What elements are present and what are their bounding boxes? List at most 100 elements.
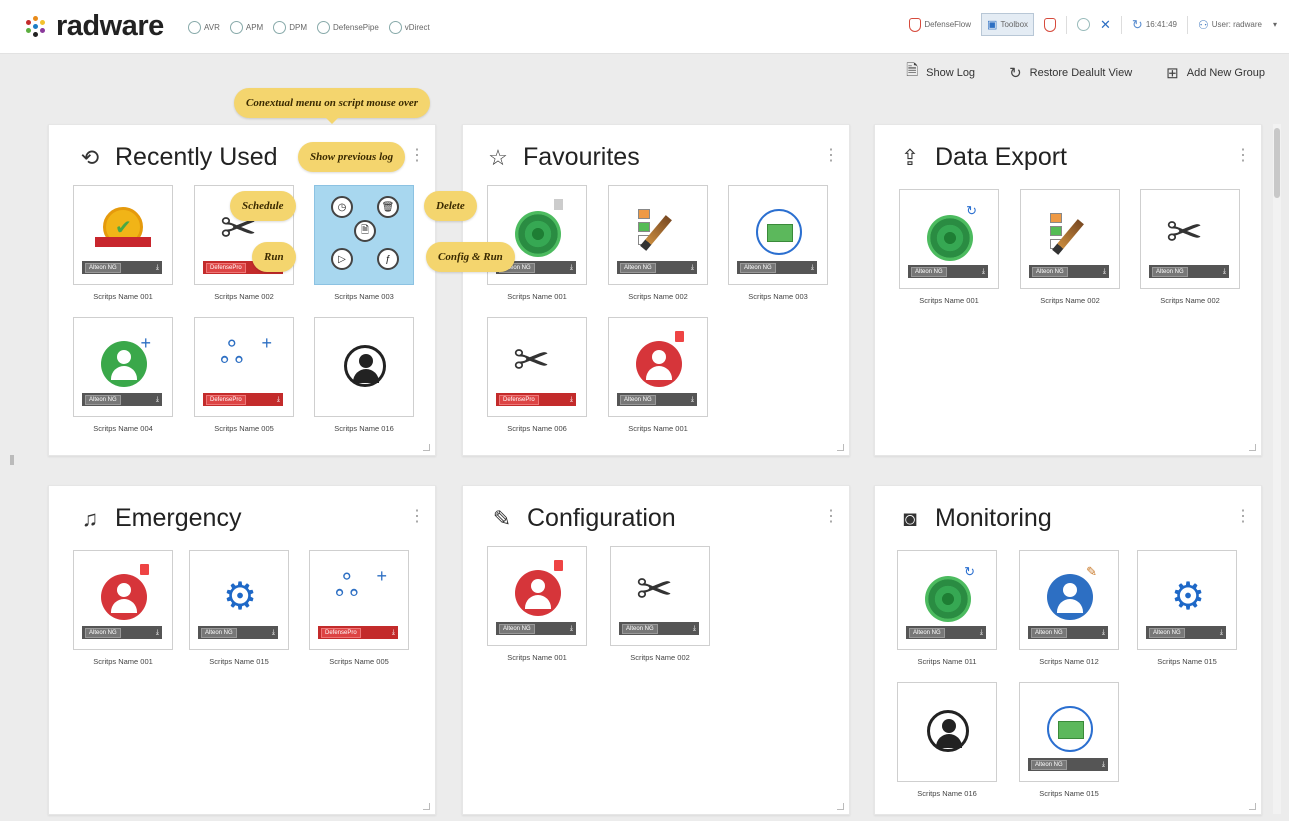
script-card[interactable]: ஃ + DefensePro ⤓ Scritps Name 005 — [309, 550, 409, 666]
script-tile[interactable] — [314, 317, 414, 417]
show-log-button[interactable]: 🗎 Show Log — [906, 60, 975, 85]
script-card[interactable]: ↻ Alteon NG ⤓ Scritps Name 011 — [897, 550, 997, 666]
script-tile[interactable]: ஃ + DefensePro ⤓ — [194, 317, 294, 417]
script-tile[interactable]: Alteon NG ⤓ — [73, 185, 173, 285]
script-card[interactable]: ✂ Alteon NG ⤓ Scritps Name 002 — [1140, 189, 1240, 305]
script-tile[interactable]: Alteon NG ⤓ — [1019, 682, 1119, 782]
resize-handle[interactable] — [1249, 803, 1256, 810]
panel-title-text: Data Export — [935, 143, 1068, 171]
download-icon: ⤓ — [569, 263, 573, 271]
left-collapse-handle[interactable] — [10, 455, 14, 465]
script-tile[interactable]: ↻ Alteon NG ⤓ — [899, 189, 999, 289]
script-tile[interactable]: ⚙ Alteon NG ⤓ — [189, 550, 289, 650]
app-vdirect[interactable]: vDirect — [388, 21, 430, 34]
script-card[interactable]: Scritps Name 016 — [314, 317, 414, 433]
kebab-menu-icon[interactable]: ⋮ — [1235, 506, 1251, 526]
script-tile[interactable]: + Alteon NG ⤓ — [73, 317, 173, 417]
device-tag: Alteon NG ⤓ — [1146, 626, 1226, 639]
script-tile[interactable] — [897, 682, 997, 782]
tag-label: Alteon NG — [622, 623, 658, 634]
app-apm[interactable]: APM — [229, 21, 263, 34]
script-tile[interactable]: ஃ + DefensePro ⤓ — [309, 550, 409, 650]
config-run-icon[interactable]: ƒ — [377, 248, 399, 270]
device-tag: Alteon NG ⤓ — [82, 393, 162, 406]
app-defensepipe[interactable]: DefensePipe — [316, 21, 379, 34]
script-tile[interactable]: ✂ Alteon NG ⤓ — [1140, 189, 1240, 289]
resize-handle[interactable] — [837, 803, 844, 810]
script-tile[interactable]: ✎ Alteon NG ⤓ — [1019, 550, 1119, 650]
device-tag: DefensePro ⤓ — [318, 626, 398, 639]
script-card[interactable]: Alteon NG ⤓ Scritps Name 001 — [608, 317, 708, 433]
app-nav: AVR APM DPM DefensePipe vDirect — [188, 21, 430, 34]
script-card[interactable]: Alteon NG ⤓ Scritps Name 002 — [1020, 189, 1120, 305]
script-tile[interactable]: ✂ Alteon NG ⤓ — [610, 546, 710, 646]
script-tile[interactable]: Alteon NG ⤓ — [1020, 189, 1120, 289]
script-card[interactable]: + Alteon NG ⤓ Scritps Name 004 — [73, 317, 173, 433]
script-card[interactable]: ✎ Alteon NG ⤓ Scritps Name 012 — [1019, 550, 1119, 666]
script-card-selected[interactable]: ◷ 🗑 🗎 ▷ ƒ Scritps Name 003 — [314, 185, 414, 301]
app-dpm[interactable]: DPM — [273, 21, 307, 34]
alert-shield-icon[interactable] — [1044, 17, 1057, 32]
restore-default-view-button[interactable]: ↻ Restore Dealult View — [1009, 60, 1132, 85]
device-tag: Alteon NG ⤓ — [908, 265, 988, 278]
script-name: Scritps Name 001 — [919, 296, 979, 305]
resize-handle[interactable] — [837, 444, 844, 451]
script-card[interactable]: Alteon NG ⤓ Scritps Name 003 — [728, 185, 828, 301]
resize-handle[interactable] — [423, 444, 430, 451]
tag-label: Alteon NG — [85, 394, 121, 405]
script-tile[interactable]: Alteon NG ⤓ — [608, 185, 708, 285]
run-icon[interactable]: ▷ — [331, 248, 353, 270]
script-tile-hover[interactable]: ◷ 🗑 🗎 ▷ ƒ — [314, 185, 414, 285]
delete-icon[interactable]: 🗑 — [377, 196, 399, 218]
script-tile[interactable]: ↻ Alteon NG ⤓ — [897, 550, 997, 650]
script-card[interactable]: Alteon NG ⤓ Scritps Name 015 — [1019, 682, 1119, 798]
script-card[interactable]: ↻ Alteon NG ⤓ Scritps Name 001 — [899, 189, 999, 305]
sync-icon — [1039, 702, 1099, 762]
scrollbar-thumb[interactable] — [1274, 128, 1280, 198]
defenseflow-link[interactable]: DefenseFlow — [909, 17, 972, 32]
tag-label: Alteon NG — [1031, 627, 1067, 638]
tag-label: Alteon NG — [1031, 759, 1067, 770]
script-card[interactable]: ஃ + DefensePro ⤓ Scritps Name 005 — [194, 317, 294, 433]
script-card[interactable]: Alteon NG ⤓ Scritps Name 001 — [73, 185, 173, 301]
tools-icon[interactable]: ✕ — [1100, 17, 1111, 33]
settings-globe-icon[interactable] — [1077, 18, 1091, 31]
script-tile[interactable]: ✂ DefensePro ⤓ — [487, 317, 587, 417]
kebab-menu-icon[interactable]: ⋮ — [823, 506, 839, 526]
script-card[interactable]: Alteon NG ⤓ Scritps Name 001 — [73, 550, 173, 666]
refresh-time[interactable]: ↻ 16:41:49 — [1132, 17, 1177, 33]
panel-title-text: Emergency — [115, 504, 242, 532]
add-new-group-button[interactable]: ⊞ Add New Group — [1166, 60, 1265, 85]
script-card[interactable]: ✂ Alteon NG ⤓ Scritps Name 002 — [610, 546, 710, 662]
tag-label: Alteon NG — [620, 262, 656, 273]
script-tile[interactable]: Alteon NG ⤓ — [728, 185, 828, 285]
user-menu[interactable]: ⚇ User: radware ▾ — [1198, 18, 1277, 32]
kebab-menu-icon[interactable]: ⋮ — [409, 506, 425, 526]
resize-handle[interactable] — [1249, 444, 1256, 451]
vdirect-icon — [388, 21, 402, 34]
script-card[interactable]: Alteon NG ⤓ Scritps Name 001 — [487, 546, 587, 662]
defenseflow-label: DefenseFlow — [924, 20, 972, 29]
script-tile[interactable]: Alteon NG ⤓ — [73, 550, 173, 650]
panel-title: ⟲ Recently Used — [79, 143, 278, 172]
resize-handle[interactable] — [423, 803, 430, 810]
script-card[interactable]: Alteon NG ⤓ Scritps Name 002 — [608, 185, 708, 301]
radar-icon: ↻ — [917, 564, 977, 630]
script-card[interactable]: Scritps Name 016 — [897, 682, 997, 798]
script-card[interactable]: ✂ DefensePro ⤓ Scritps Name 006 — [487, 317, 587, 433]
show-log-icon[interactable]: 🗎 — [354, 220, 376, 242]
schedule-icon[interactable]: ◷ — [331, 196, 353, 218]
script-tile[interactable]: Alteon NG ⤓ — [608, 317, 708, 417]
radware-logo[interactable]: radware — [24, 10, 164, 43]
script-card[interactable]: ⚙ Alteon NG ⤓ Scritps Name 015 — [189, 550, 289, 666]
kebab-menu-icon[interactable]: ⋮ — [823, 145, 839, 165]
app-avr[interactable]: AVR — [188, 21, 220, 34]
toolbox-button[interactable]: ▣ Toolbox — [981, 13, 1035, 36]
script-card[interactable]: ⚙ Alteon NG ⤓ Scritps Name 015 — [1137, 550, 1237, 666]
tag-label: DefensePro — [321, 627, 361, 638]
vertical-scrollbar[interactable] — [1273, 124, 1281, 814]
kebab-menu-icon[interactable]: ⋮ — [1235, 145, 1251, 165]
kebab-menu-icon[interactable]: ⋮ — [409, 145, 425, 165]
script-tile[interactable]: ⚙ Alteon NG ⤓ — [1137, 550, 1237, 650]
script-tile[interactable]: Alteon NG ⤓ — [487, 546, 587, 646]
